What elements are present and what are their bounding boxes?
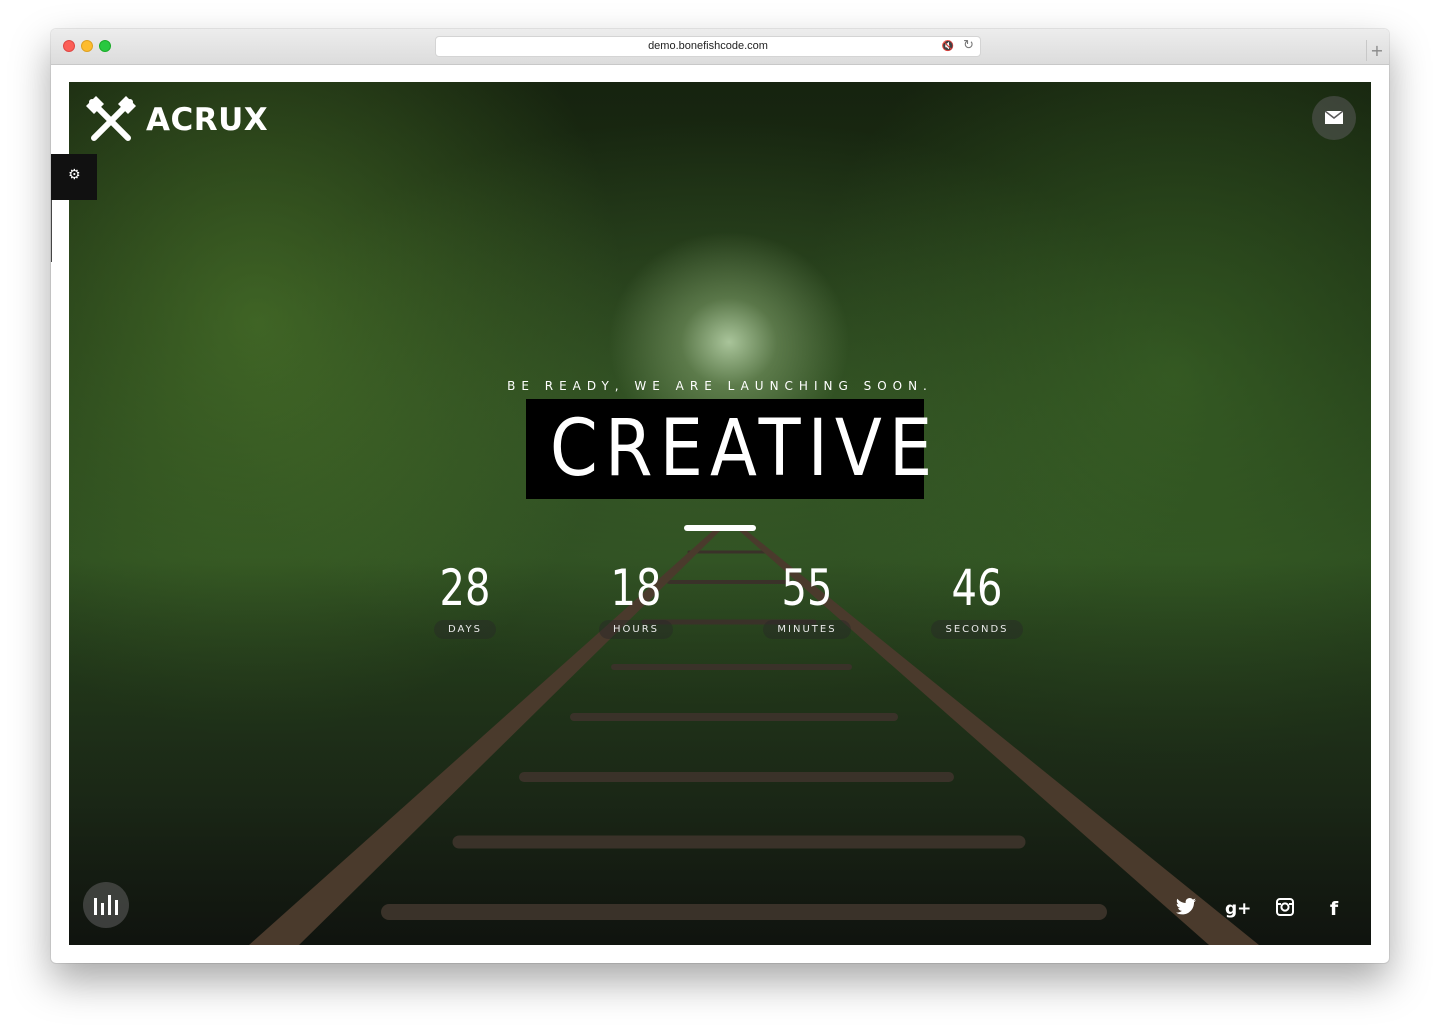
page-title: CREATIVE (549, 404, 940, 494)
minimize-window-button[interactable] (81, 40, 93, 52)
countdown-value: 18 (610, 559, 662, 617)
new-tab-button[interactable]: + (1366, 40, 1387, 61)
contact-button[interactable] (1312, 96, 1356, 140)
countdown-hours: 18 HOURS (576, 560, 696, 639)
gear-icon: ⚙ (68, 167, 81, 183)
reload-icon[interactable]: ↻ (963, 38, 974, 53)
browser-window: demo.bonefishcode.com 🔇 ↻ + ACRUX BE REA… (51, 29, 1389, 963)
instagram-icon[interactable] (1274, 898, 1296, 920)
countdown-value: 55 (781, 559, 833, 617)
sound-bars-icon (94, 895, 118, 915)
countdown-label: DAYS (433, 620, 497, 639)
music-toggle-button[interactable] (83, 882, 129, 928)
countdown-value: 46 (951, 559, 1003, 617)
facebook-icon[interactable]: f (1323, 898, 1345, 920)
close-window-button[interactable] (63, 40, 75, 52)
headline-box: CREATIVE (526, 399, 940, 499)
google-plus-icon[interactable]: g+ (1225, 898, 1251, 920)
speaker-muted-icon[interactable]: 🔇 (942, 41, 954, 52)
countdown-days: 28 DAYS (405, 560, 525, 639)
page-viewport: ACRUX BE READY, WE ARE LAUNCHING SOON. C… (69, 82, 1371, 945)
browser-titlebar: demo.bonefishcode.com 🔇 ↻ + (51, 29, 1389, 65)
launch-tagline: BE READY, WE ARE LAUNCHING SOON. (507, 379, 933, 393)
address-bar[interactable]: demo.bonefishcode.com 🔇 ↻ (435, 36, 981, 57)
countdown-label: HOURS (598, 620, 673, 639)
railway-tracks (249, 527, 1259, 945)
twitter-icon[interactable] (1175, 898, 1197, 920)
countdown-seconds: 46 SECONDS (917, 560, 1037, 639)
countdown-label: MINUTES (763, 620, 851, 639)
maximize-window-button[interactable] (99, 40, 111, 52)
crossed-axes-icon (86, 96, 136, 141)
settings-panel-edge (51, 200, 52, 262)
countdown-label: SECONDS (931, 620, 1023, 639)
envelope-icon (1325, 111, 1343, 124)
headline-divider (684, 525, 756, 531)
countdown-value: 28 (439, 559, 491, 617)
settings-button[interactable]: ⚙ (51, 154, 97, 200)
url-text: demo.bonefishcode.com (648, 40, 768, 52)
logo-text: ACRUX (146, 102, 269, 138)
countdown-minutes: 55 MINUTES (747, 560, 867, 639)
